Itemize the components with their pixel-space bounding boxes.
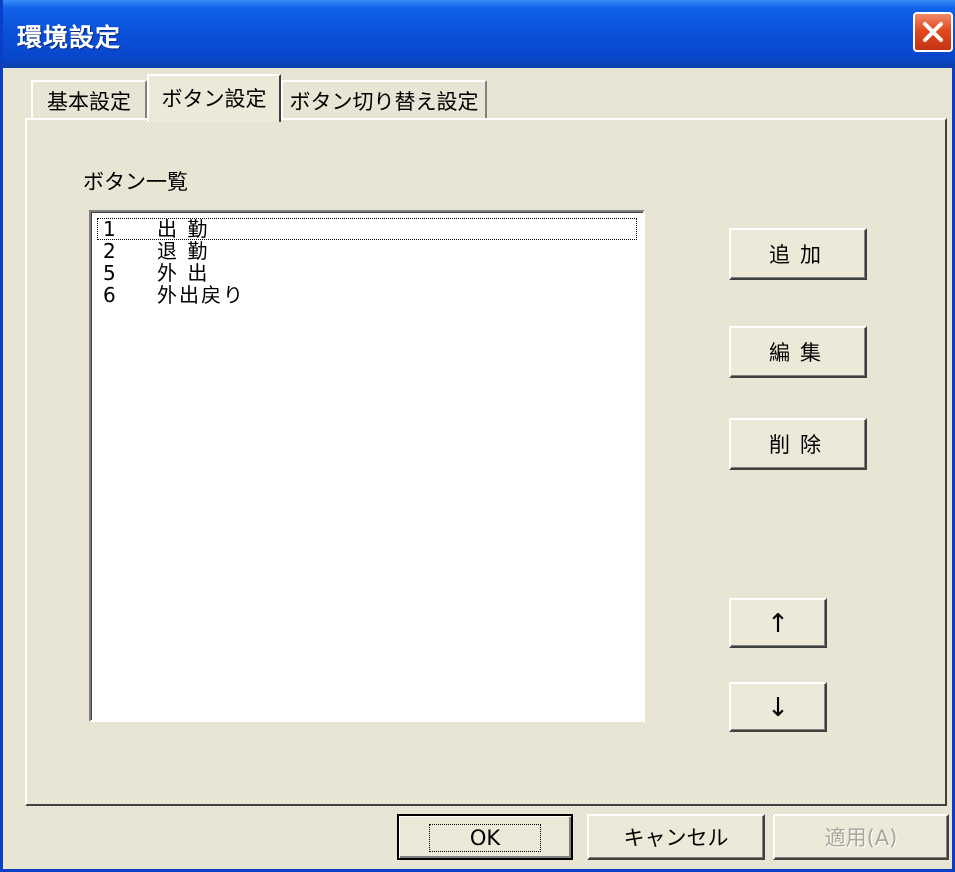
item-number: 2 <box>103 239 116 263</box>
list-item[interactable]: 2 退 勤 <box>97 240 637 262</box>
item-name: 外出戻り <box>157 283 245 307</box>
tab-button-switch-settings[interactable]: ボタン切り替え設定 <box>281 80 487 120</box>
item-number: 5 <box>103 261 116 285</box>
list-item[interactable]: 6 外出戻り <box>97 284 637 306</box>
list-item[interactable]: 5 外 出 <box>97 262 637 284</box>
delete-button[interactable]: 削除 <box>729 418 867 470</box>
item-number: 6 <box>103 283 116 307</box>
cancel-button[interactable]: キャンセル <box>587 814 765 860</box>
tab-button-settings[interactable]: ボタン設定 <box>147 74 281 122</box>
ok-button-label: OK <box>428 824 542 852</box>
edit-button[interactable]: 編集 <box>729 326 867 378</box>
move-up-button[interactable]: ↑ <box>729 598 827 648</box>
settings-dialog: 環境設定 基本設定 ボタン設定 ボタン切り替え設定 ボタン一覧 1 出 勤 2 … <box>0 0 955 872</box>
button-list-label: ボタン一覧 <box>83 170 188 194</box>
ok-button[interactable]: OK <box>397 814 573 860</box>
list-item[interactable]: 1 出 勤 <box>97 218 637 240</box>
window-title: 環境設定 <box>17 23 122 52</box>
item-name: 出 勤 <box>157 217 210 241</box>
apply-button[interactable]: 適用(A) <box>773 814 949 860</box>
item-number: 1 <box>103 217 116 241</box>
move-down-button[interactable]: ↓ <box>729 682 827 732</box>
tab-basic-settings[interactable]: 基本設定 <box>31 80 147 120</box>
button-list[interactable]: 1 出 勤 2 退 勤 5 外 出 6 外出戻り <box>89 210 645 722</box>
add-button[interactable]: 追加 <box>729 228 867 280</box>
item-name: 退 勤 <box>157 239 210 263</box>
item-name: 外 出 <box>157 261 210 285</box>
close-icon <box>923 22 943 42</box>
title-bar[interactable]: 環境設定 <box>3 0 955 68</box>
close-button[interactable] <box>913 12 953 52</box>
